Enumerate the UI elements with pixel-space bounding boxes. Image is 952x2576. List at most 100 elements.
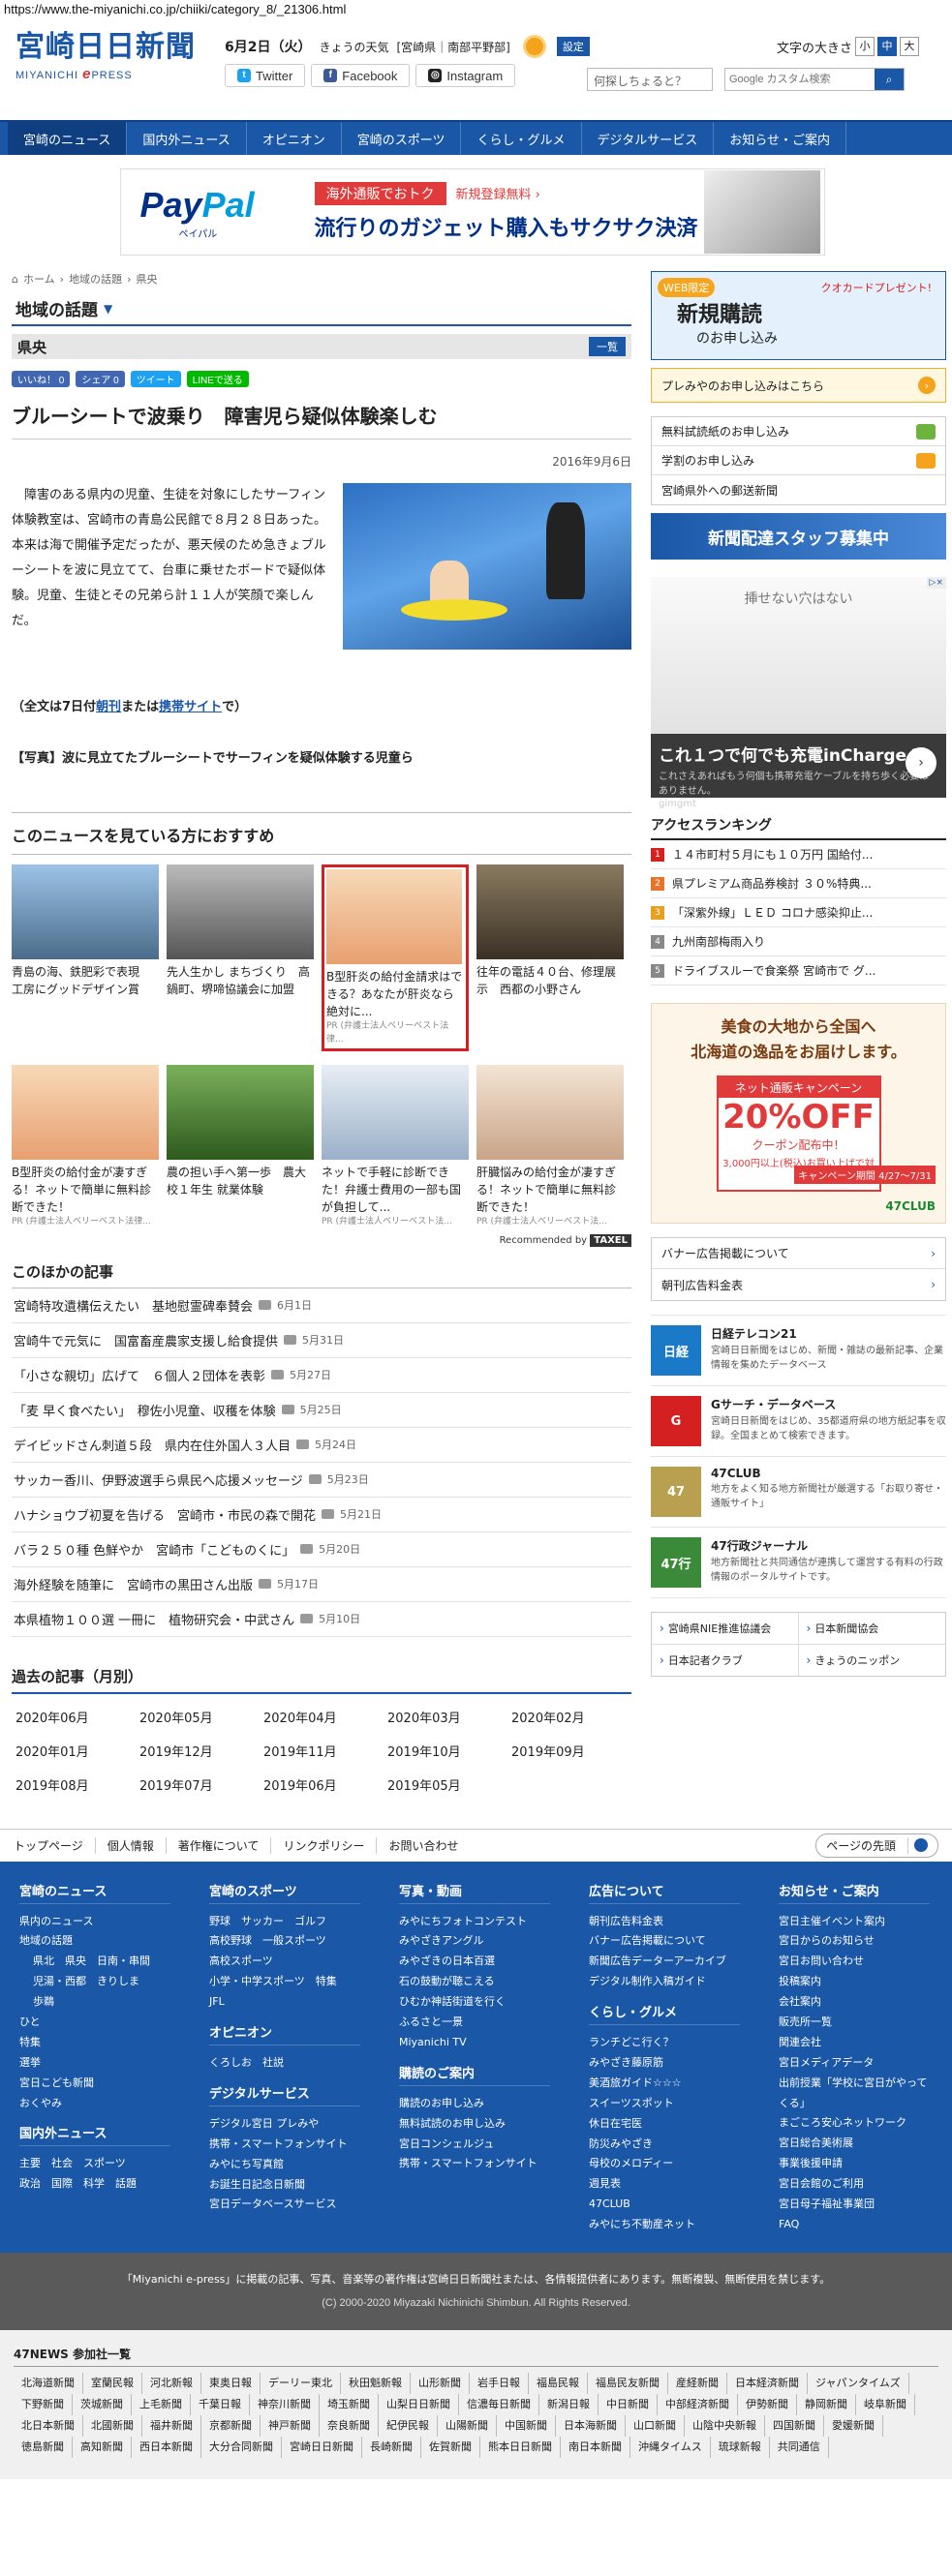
org-link[interactable]: › 宮崎県NIE推進協議会 [652, 1613, 799, 1645]
tweet-button[interactable]: ツイート [130, 371, 181, 387]
font-size-mid-button[interactable]: 中 [877, 37, 898, 56]
search-input[interactable] [725, 69, 875, 90]
weather-setting-button[interactable]: 設定 [556, 37, 590, 56]
out-of-pref-link[interactable]: 宮崎県外への郵送新聞 [652, 475, 945, 504]
recommend-item[interactable]: B型肝炎の給付金が凄すぎる！ネットで簡単に無料診断できた！ PR (弁護士法人ベリ… [12, 1065, 159, 1229]
nav-miyazaki-news[interactable]: 宮崎のニュース [8, 122, 128, 155]
recommend-item[interactable]: 往年の電話４０台、修理展示 西都の小野さん [476, 864, 624, 1051]
paper-link[interactable]: 奈良新聞 [320, 2415, 379, 2438]
paper-link[interactable]: 山陰中央新報 [685, 2415, 765, 2438]
paper-link[interactable]: 徳島新聞 [14, 2437, 73, 2459]
fb-share-button[interactable]: シェア 0 [76, 371, 125, 387]
paper-link[interactable]: 埼玉新聞 [320, 2394, 379, 2416]
delivery-staff-banner[interactable]: 新聞配達スタッフ募集中 [651, 513, 946, 560]
month-link[interactable]: 2020年04月 [263, 1708, 387, 1726]
list-item[interactable]: 宮崎牛で元気に 国富畜産農家支援し給食提供 5月31日 [12, 1323, 631, 1358]
line-button[interactable]: LINEで送る [186, 371, 249, 387]
paper-link[interactable]: 佐賀新聞 [421, 2437, 480, 2459]
paper-link[interactable]: 宮崎日日新聞 [282, 2437, 362, 2459]
month-link[interactable]: 2020年03月 [387, 1708, 511, 1726]
next-arrow-icon[interactable]: › [906, 747, 937, 778]
nav-domestic-intl[interactable]: 国内外ニュース [127, 122, 247, 155]
category-list-button[interactable]: 一覧 [589, 337, 626, 356]
service-item[interactable]: G Gサーチ・データベース 宮崎日日新聞をはじめ、35都道府県の地方紙記事を収録。全… [651, 1386, 946, 1457]
search-icon[interactable]: ⌕ [875, 69, 904, 90]
nav-opinion[interactable]: オピニオン [247, 122, 342, 155]
month-link[interactable]: 2019年10月 [387, 1742, 511, 1760]
top-banner-ad[interactable]: PayPal ペイパル 海外通販でおトク 新規登録無料 › 流行りのガジェット購入… [119, 168, 825, 256]
paper-link[interactable]: 南日本新聞 [561, 2437, 630, 2459]
weather-region[interactable]: [宮崎県｜南部平野部] [397, 39, 510, 55]
paper-link[interactable]: 神戸新聞 [261, 2415, 320, 2438]
list-item[interactable]: バラ２５０種 色鮮やか 宮崎市「こどものくに」 5月20日 [12, 1532, 631, 1567]
month-link[interactable]: 2019年11月 [263, 1742, 387, 1760]
paper-link[interactable]: 中部経済新聞 [658, 2394, 738, 2416]
nav-notice[interactable]: お知らせ・ご案内 [714, 122, 846, 155]
paper-link[interactable]: 信濃毎日新聞 [459, 2394, 539, 2416]
service-item[interactable]: 47 47CLUB 地方をよく知る地方新聞社が厳選する「お取り寄せ・通販サイト」 [651, 1457, 946, 1528]
paper-link[interactable]: 四国新聞 [765, 2415, 824, 2438]
section-title[interactable]: 地域の話題 ▼ [12, 292, 631, 326]
banner-ad-link[interactable]: バナー広告掲載について › [652, 1238, 945, 1269]
paper-link[interactable]: 室蘭民報 [83, 2373, 142, 2395]
paper-link[interactable]: 福島民報 [529, 2373, 588, 2395]
paper-link[interactable]: 河北新報 [142, 2373, 201, 2395]
paper-link[interactable]: 福島民友新聞 [588, 2373, 668, 2395]
paper-link[interactable]: 東奥日報 [201, 2373, 261, 2395]
paper-link[interactable]: 琉球新報 [711, 2437, 770, 2459]
list-item[interactable]: 本県植物１００選 一冊に 植物研究会・中武さん 5月10日 [12, 1602, 631, 1637]
month-link[interactable]: 2020年05月 [139, 1708, 263, 1726]
recommend-item[interactable]: 肝臓悩みの給付金が凄すぎる！ネットで簡単に無料診断できた！ PR (弁護士法人ベリ… [476, 1065, 624, 1229]
paper-link[interactable]: 上毛新聞 [132, 2394, 191, 2416]
list-item[interactable]: サッカー香川、伊野波選手ら県民へ応援メッセージ 5月23日 [12, 1463, 631, 1498]
paper-link[interactable]: 産経新聞 [668, 2373, 727, 2395]
recommend-item[interactable]: 先人生かし まちづくり 高鍋町、堺啼協議会に加盟 [167, 864, 314, 1051]
paper-link[interactable]: 福井新聞 [142, 2415, 201, 2438]
hokkaido-ad[interactable]: 美食の大地から全国へ 北海道の逸品をお届けします。 ネット通販キャンペーン 20… [651, 1003, 946, 1224]
paper-link[interactable]: 秋田魁新報 [341, 2373, 411, 2395]
paper-link[interactable]: 山梨日日新聞 [379, 2394, 459, 2416]
recommend-item[interactable]: 青島の海、鉄肥彩で表現 工房にグッドデザイン賞 [12, 864, 159, 1051]
paper-link[interactable]: 沖縄タイムス [630, 2437, 711, 2459]
list-item[interactable]: 宮崎特攻遺構伝えたい 基地慰霊碑奉賛会 6月1日 [12, 1288, 631, 1323]
paper-link[interactable]: 新潟日報 [539, 2394, 599, 2416]
page-top-button[interactable]: ページの先頭 [815, 1833, 938, 1858]
month-link[interactable]: 2019年05月 [387, 1775, 511, 1794]
facebook-button[interactable]: f Facebook [311, 64, 411, 87]
font-size-small-button[interactable]: 小 [855, 37, 875, 56]
paper-link[interactable]: 岐阜新聞 [856, 2394, 915, 2416]
instagram-button[interactable]: ◎ Instagram [415, 64, 516, 87]
footer-link[interactable]: トップページ [14, 1836, 96, 1854]
paper-link[interactable]: 下野新聞 [14, 2394, 73, 2416]
address-bar[interactable]: https://www.the-miyanichi.co.jp/chiiki/c… [0, 0, 952, 19]
month-link[interactable]: 2019年07月 [139, 1775, 263, 1794]
subscription-banner[interactable]: WEB限定 クオカードプレゼント! 新規購読 のお申し込み [651, 271, 946, 360]
premium-apply-button[interactable]: プレみやのお申し込みはこちら › [651, 368, 946, 403]
footer-link[interactable]: リンクポリシー [271, 1836, 378, 1854]
ranking-item[interactable]: 2 県プレミアム商品券検討 ３０%特典... [651, 869, 946, 898]
ranking-item[interactable]: 3 「深紫外線」ＬＥＤ コロナ感染抑止... [651, 898, 946, 927]
footer-link[interactable]: 個人情報 [96, 1836, 167, 1854]
article-photo[interactable] [342, 483, 631, 650]
student-discount-link[interactable]: 学割のお申し込み [652, 446, 945, 475]
ranking-item[interactable]: 5 ドライブスルーで食楽祭 宮崎市で グ... [651, 956, 946, 985]
paper-link[interactable]: 愛媛新聞 [824, 2415, 883, 2438]
month-link[interactable]: 2019年12月 [139, 1742, 263, 1760]
paper-link[interactable]: デーリー東北 [261, 2373, 341, 2395]
paper-link[interactable]: 静岡新聞 [797, 2394, 856, 2416]
fb-like-button[interactable]: いいね！ 0 [12, 371, 71, 387]
ranking-item[interactable]: 1 １４市町村５月にも１０万円 国給付... [651, 840, 946, 869]
paper-link[interactable]: 中国新聞 [497, 2415, 556, 2438]
month-link[interactable]: 2020年02月 [511, 1708, 635, 1726]
font-size-large-button[interactable]: 大 [900, 37, 920, 56]
mobile-site-link[interactable]: 携帯サイト [159, 700, 222, 714]
ranking-item[interactable]: 4 九州南部梅雨入り [651, 927, 946, 956]
list-item[interactable]: 「麦 早く食べたい」 穆佐小児童、収穫を体験 5月25日 [12, 1393, 631, 1428]
recommend-item[interactable]: 農の担い手へ第一歩 農大校１年生 就業体験 [167, 1065, 314, 1229]
paper-link[interactable]: 日本経済新聞 [727, 2373, 808, 2395]
paper-link[interactable]: ジャパンタイムズ [808, 2373, 909, 2395]
paper-link[interactable]: 岩手日報 [470, 2373, 529, 2395]
paper-link[interactable]: 山口新聞 [626, 2415, 685, 2438]
paper-link[interactable]: 中日新聞 [599, 2394, 658, 2416]
free-trial-link[interactable]: 無料試読紙のお申し込み [652, 417, 945, 446]
